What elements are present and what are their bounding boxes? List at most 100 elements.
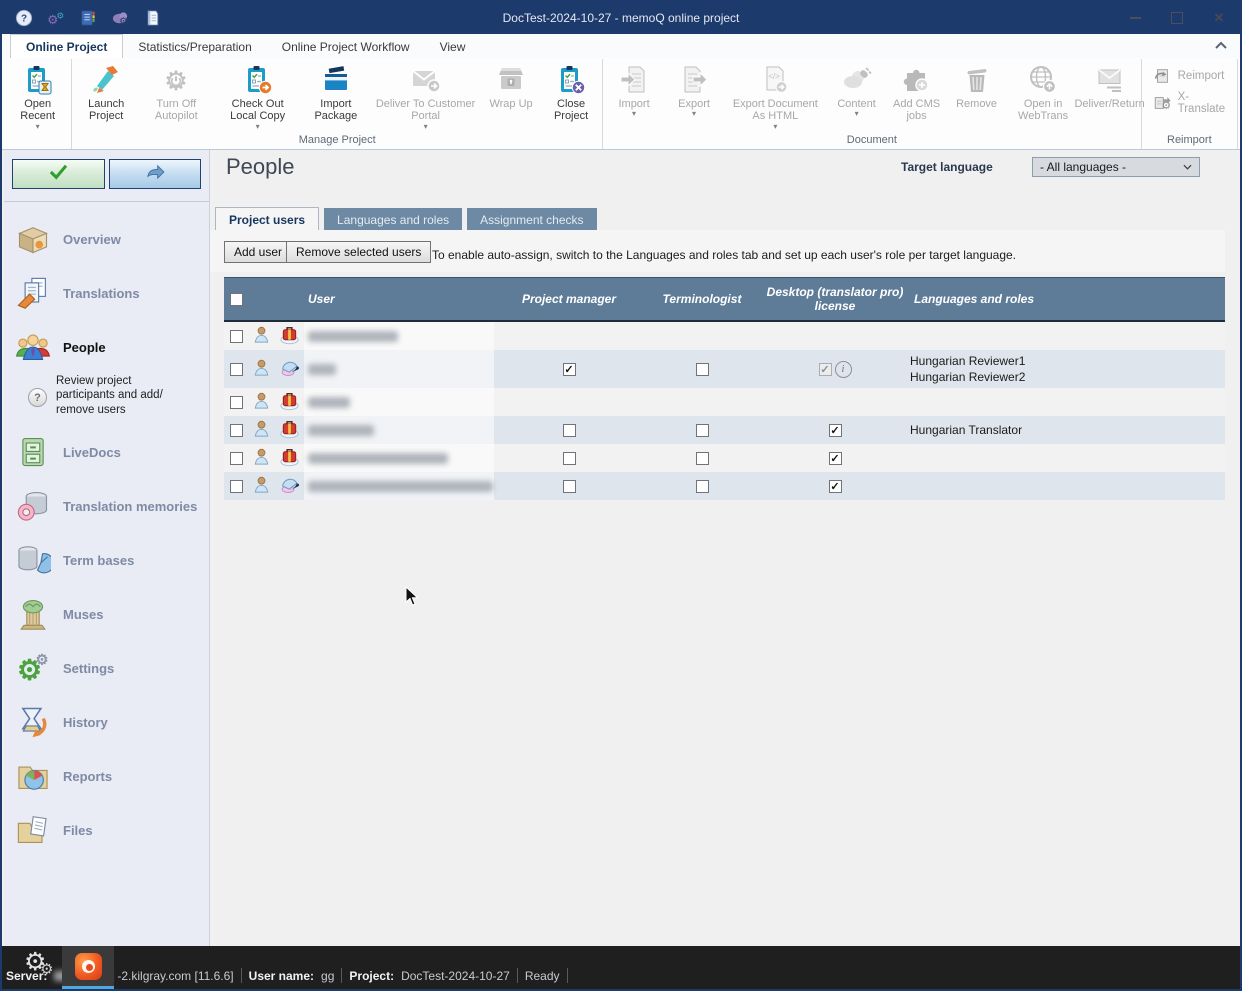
ribbon-button-x-translate[interactable]: ⚙X-Translate (1153, 91, 1226, 115)
add-user-button[interactable]: Add user (224, 241, 292, 263)
user-icon-cell (248, 350, 274, 388)
tab-statistics-preparation[interactable]: Statistics/Preparation (123, 34, 266, 58)
close-button[interactable]: × (1198, 2, 1240, 34)
terminologist-checkbox[interactable] (696, 424, 709, 437)
sidebar-item-files[interactable]: Files (4, 803, 209, 857)
confirm-button[interactable] (12, 159, 105, 189)
select-all-checkbox[interactable] (230, 293, 243, 306)
taskbar-gear-icon[interactable]: ⚙⚙ (24, 950, 46, 975)
desktop-user-icon (279, 446, 300, 470)
close-project-icon (555, 62, 587, 98)
document-icon[interactable] (142, 8, 162, 28)
terminologist-checkbox[interactable] (696, 480, 709, 493)
select-user-checkbox[interactable] (230, 330, 243, 343)
ribbon-button-wrap-up[interactable]: Wrap Up (481, 59, 541, 110)
column-header-project-manager: Project manager (494, 292, 644, 306)
ribbon-button-close-project[interactable]: Close Project (541, 59, 601, 123)
ribbon-button-import[interactable]: Import▾ (604, 59, 664, 119)
help-icon[interactable]: ? (14, 8, 34, 28)
ribbon-button-content[interactable]: Content▾ (827, 59, 887, 119)
ribbon-button-remove[interactable]: Remove (947, 59, 1007, 110)
statusbar: ⚙⚙ Server: -2.kilgray.com [11.6.6] User … (2, 946, 1240, 989)
license-info-icon[interactable]: i (835, 361, 852, 378)
ribbon-button-export-document-as-html[interactable]: </>Export Document As HTML▾ (724, 59, 827, 132)
sidebar-top-buttons (4, 150, 209, 197)
ribbon-button-deliver-to-customer-portal[interactable]: Deliver To Customer Portal▾ (370, 59, 481, 132)
select-user-checkbox[interactable] (230, 452, 243, 465)
sidebar-item-muses[interactable]: Muses (4, 587, 209, 641)
ribbon-button-reimport[interactable]: Reimport (1153, 67, 1225, 85)
ribbon-button-check-out-local-copy[interactable]: Check Out Local Copy▾ (214, 59, 302, 132)
ready-status: Ready (525, 969, 560, 983)
terminologist-checkbox[interactable] (696, 452, 709, 465)
user-name-blurred (304, 472, 494, 500)
target-language-label: Target language (901, 160, 993, 174)
overview-icon (14, 220, 52, 258)
maximize-button[interactable] (1156, 2, 1198, 34)
remove-selected-users-button[interactable]: Remove selected users (286, 241, 431, 263)
ribbon-button-open-in-webtrans[interactable]: Open in WebTrans (1007, 59, 1080, 123)
collapse-ribbon-icon[interactable] (1214, 40, 1228, 50)
sidebar-item-translation-memories[interactable]: Translation memories (4, 479, 209, 533)
sidebar-item-reports[interactable]: Reports (4, 749, 209, 803)
sidebar-item-history[interactable]: History (4, 695, 209, 749)
desktop-license-checkbox[interactable] (829, 480, 842, 493)
desktop-license-checkbox[interactable] (829, 452, 842, 465)
tab-online-project-workflow[interactable]: Online Project Workflow (267, 34, 425, 58)
select-user-checkbox[interactable] (230, 363, 243, 376)
project-manager-checkbox[interactable] (563, 452, 576, 465)
minimize-button[interactable] (1114, 2, 1156, 34)
user-row (224, 472, 1225, 500)
sidebar-item-overview[interactable]: Overview (4, 212, 209, 266)
sidebar-item-settings[interactable]: ⚙⚙Settings (4, 641, 209, 695)
ribbon-button-open-recent[interactable]: Open Recent▾ (5, 59, 70, 132)
tab-languages-and-roles[interactable]: Languages and roles (324, 208, 462, 231)
tab-view[interactable]: View (425, 34, 481, 58)
dropdown-arrow-icon: ▾ (256, 123, 260, 132)
sidebar-item-livedocs[interactable]: LiveDocs (4, 425, 209, 479)
tab-project-users[interactable]: Project users (215, 207, 319, 231)
project-manager-checkbox[interactable] (563, 363, 576, 376)
project-manager-checkbox[interactable] (563, 424, 576, 437)
terminologist-cell (644, 472, 760, 500)
target-language-select[interactable]: - All languages - (1032, 157, 1200, 177)
select-user-checkbox[interactable] (230, 424, 243, 437)
ribbon-group-reimport: Reimport⚙X-TranslateReimport (1142, 59, 1238, 149)
tab-assignment-checks[interactable]: Assignment checks (467, 208, 596, 231)
muses-icon (14, 595, 52, 633)
project-manager-cell (494, 472, 644, 500)
tab-online-project[interactable]: Online Project (10, 34, 123, 58)
ribbon-button-deliver-return[interactable]: Deliver/Return (1080, 59, 1140, 110)
project-label: Project: (349, 969, 394, 983)
select-cell (224, 472, 248, 500)
user-name-blurred (304, 322, 494, 350)
terminologist-checkbox[interactable] (696, 363, 709, 376)
sidebar-item-term-bases[interactable]: Term bases (4, 533, 209, 587)
taskbar-memoq-button[interactable] (62, 946, 114, 989)
help-icon[interactable]: ? (28, 388, 47, 407)
select-user-checkbox[interactable] (230, 396, 243, 409)
column-header-user: User (304, 292, 494, 306)
content-icon (841, 62, 873, 98)
resource-console-icon[interactable] (78, 8, 98, 28)
select-cell (224, 322, 248, 350)
user-icon (252, 325, 271, 347)
sidebar-item-people[interactable]: People (4, 320, 209, 374)
server-administrator-icon[interactable]: ⚙ (110, 8, 130, 28)
web-user-icon (279, 357, 300, 381)
select-user-checkbox[interactable] (230, 480, 243, 493)
autopilot-gears-icon[interactable]: ⚙⚙ (46, 8, 66, 28)
launch-project-icon (90, 62, 122, 98)
ribbon-button-turn-off-autopilot[interactable]: ⚙Turn Off Autopilot (139, 59, 214, 123)
project-manager-checkbox[interactable] (563, 480, 576, 493)
project-users-table: UserProject managerTerminologistDesktop … (224, 277, 1225, 500)
back-button[interactable] (109, 159, 202, 189)
dropdown-arrow-icon: ▾ (773, 123, 777, 132)
dropdown-arrow-icon: ▾ (424, 123, 428, 132)
ribbon-button-export[interactable]: Export▾ (664, 59, 724, 119)
ribbon-button-add-cms-jobs[interactable]: Add CMS jobs (887, 59, 947, 123)
ribbon-button-launch-project[interactable]: Launch Project (73, 59, 139, 123)
desktop-license-checkbox[interactable] (829, 424, 842, 437)
ribbon-button-import-package[interactable]: Import Package (302, 59, 370, 123)
sidebar-item-translations[interactable]: Translations (4, 266, 209, 320)
